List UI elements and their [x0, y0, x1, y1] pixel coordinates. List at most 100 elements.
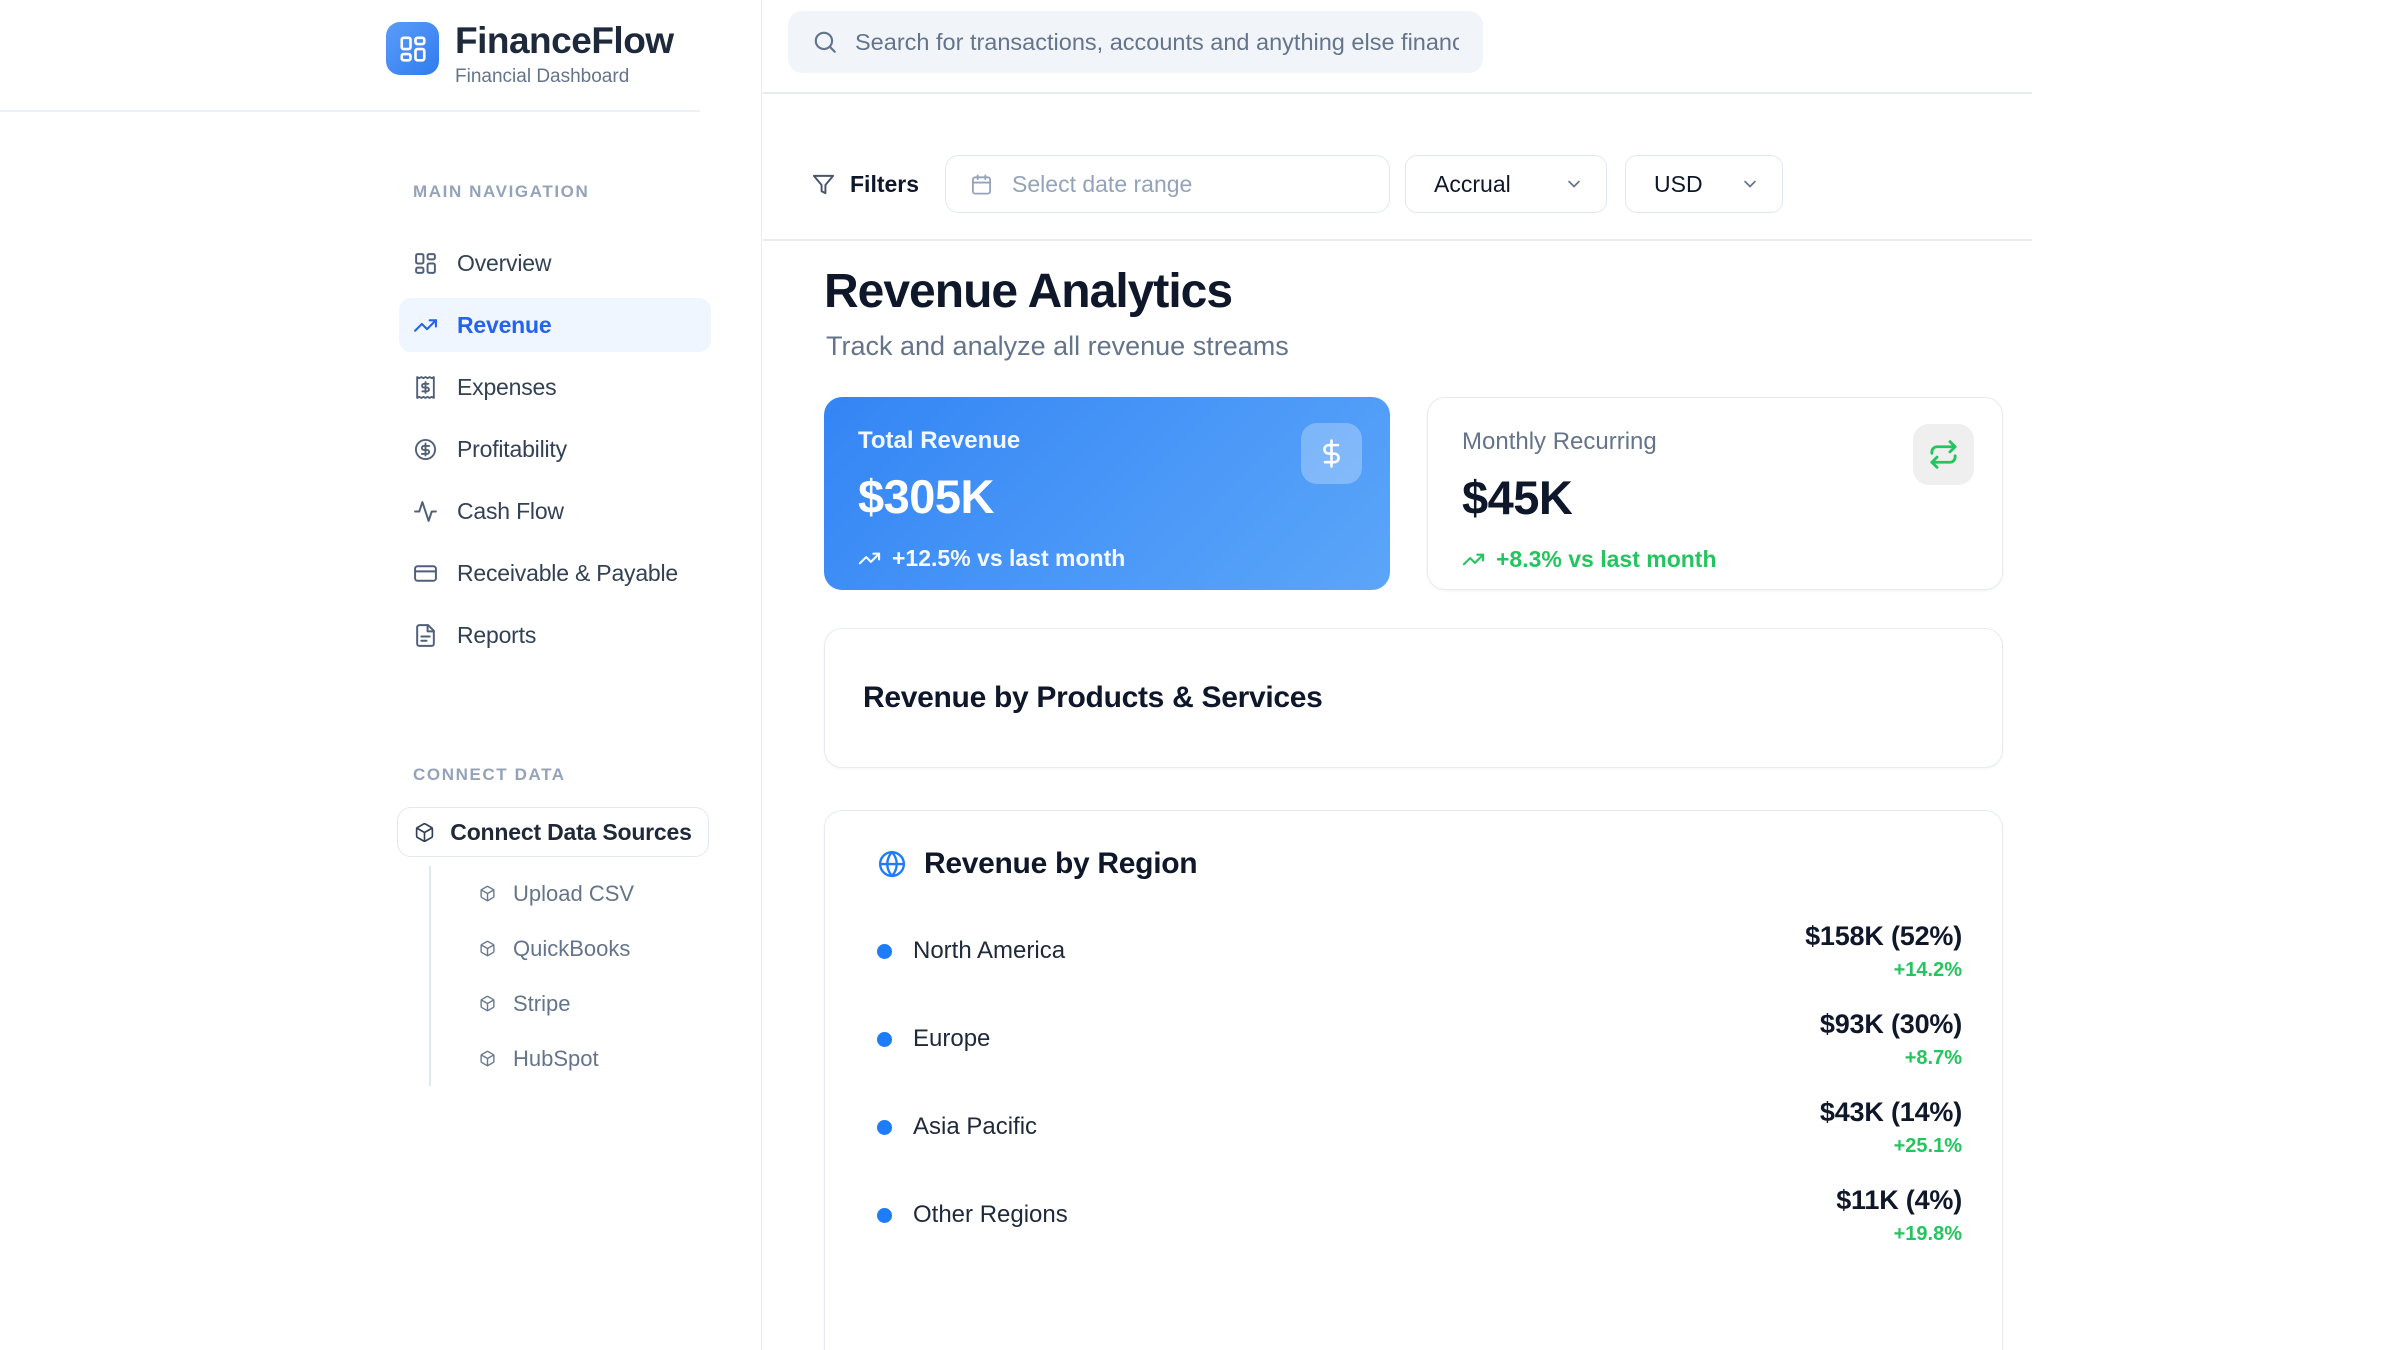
- search-input[interactable]: [855, 29, 1459, 56]
- region-name: Other Regions: [913, 1201, 1068, 1229]
- calendar-icon: [970, 173, 993, 196]
- source-item-label: QuickBooks: [513, 936, 630, 962]
- brand-logo-icon: [386, 22, 439, 75]
- filters-toggle[interactable]: Filters: [812, 171, 919, 198]
- sidebar-item-label: Revenue: [457, 312, 551, 339]
- region-value: $11K (4%): [1836, 1185, 1962, 1216]
- region-name: Europe: [913, 1025, 990, 1053]
- sidebar-item-expenses[interactable]: Expenses: [399, 360, 711, 414]
- kpi-label: Monthly Recurring: [1462, 428, 1968, 456]
- region-name: Asia Pacific: [913, 1113, 1037, 1141]
- main-navigation: Overview Revenue Expenses Profitability …: [399, 236, 711, 670]
- region-dot-icon: [877, 1120, 892, 1135]
- main-navigation-label: MAIN NAVIGATION: [413, 182, 589, 202]
- region-dot-icon: [877, 944, 892, 959]
- source-item-label: Stripe: [513, 991, 570, 1017]
- region-value: $43K (14%): [1820, 1097, 1962, 1128]
- currency-value: USD: [1654, 171, 1703, 198]
- dashboard-icon: [413, 251, 438, 276]
- kpi-delta: +12.5% vs last month: [858, 545, 1356, 572]
- sidebar-item-cash-flow[interactable]: Cash Flow: [399, 484, 711, 538]
- sidebar-item-label: Reports: [457, 622, 536, 649]
- kpi-delta-text: +12.5% vs last month: [892, 545, 1125, 572]
- sidebar-item-receivable-payable[interactable]: Receivable & Payable: [399, 546, 711, 600]
- region-list: North America $158K (52%) +14.2% Europe …: [853, 907, 1962, 1259]
- source-item-quickbooks[interactable]: QuickBooks: [431, 921, 634, 976]
- sidebar-item-label: Receivable & Payable: [457, 560, 678, 587]
- region-row-asia-pacific: Asia Pacific $43K (14%) +25.1%: [853, 1083, 1962, 1171]
- filters-label: Filters: [850, 171, 919, 198]
- filters-bar: Filters Accrual USD: [812, 155, 1783, 213]
- region-name: North America: [913, 937, 1065, 965]
- region-value: $93K (30%): [1820, 1009, 1962, 1040]
- brand-name: FinanceFlow: [455, 22, 674, 61]
- credit-card-icon: [413, 561, 438, 586]
- kpi-delta: +8.3% vs last month: [1462, 546, 1968, 573]
- region-row-north-america: North America $158K (52%) +14.2%: [853, 907, 1962, 995]
- source-item-upload-csv[interactable]: Upload CSV: [431, 866, 634, 921]
- sidebar-item-overview[interactable]: Overview: [399, 236, 711, 290]
- accounting-basis-value: Accrual: [1434, 171, 1511, 198]
- region-delta: +14.2%: [1805, 959, 1962, 982]
- chevron-down-icon: [1564, 174, 1584, 194]
- connect-data-label: CONNECT DATA: [413, 765, 566, 785]
- kpi-value: $45K: [1462, 470, 1968, 525]
- sidebar-item-reports[interactable]: Reports: [399, 608, 711, 662]
- kpi-delta-text: +8.3% vs last month: [1496, 546, 1717, 573]
- page-subtitle: Track and analyze all revenue streams: [826, 331, 1289, 362]
- region-delta: +25.1%: [1820, 1135, 1962, 1158]
- kpi-card-total-revenue: Total Revenue $305K +12.5% vs last month: [824, 397, 1390, 590]
- connect-button-label: Connect Data Sources: [450, 819, 691, 846]
- chevron-down-icon: [1740, 174, 1760, 194]
- sidebar-item-label: Profitability: [457, 436, 567, 463]
- topbar-divider: [763, 92, 2032, 94]
- region-card-header: Revenue by Region: [853, 811, 1962, 881]
- kpi-value: $305K: [858, 469, 1356, 524]
- filters-divider: [763, 239, 2032, 241]
- region-delta: +8.7%: [1820, 1047, 1962, 1070]
- kpi-badge: [1301, 423, 1362, 484]
- sidebar-item-label: Cash Flow: [457, 498, 564, 525]
- region-delta: +19.8%: [1836, 1223, 1962, 1246]
- brand-tagline: Financial Dashboard: [455, 66, 674, 88]
- source-item-label: HubSpot: [513, 1046, 599, 1072]
- region-row-europe: Europe $93K (30%) +8.7%: [853, 995, 1962, 1083]
- package-icon: [479, 885, 496, 902]
- kpi-card-monthly-recurring: Monthly Recurring $45K +8.3% vs last mon…: [1427, 397, 2003, 590]
- package-icon: [479, 940, 496, 957]
- source-item-stripe[interactable]: Stripe: [431, 976, 634, 1031]
- package-icon: [479, 1050, 496, 1067]
- region-dot-icon: [877, 1208, 892, 1223]
- trending-up-icon: [858, 547, 881, 570]
- revenue-by-products-card: Revenue by Products & Services: [824, 628, 2003, 768]
- region-value: $158K (52%): [1805, 921, 1962, 952]
- sidebar-item-label: Overview: [457, 250, 551, 277]
- kpi-label: Total Revenue: [858, 427, 1356, 455]
- sidebar-header-divider: [0, 110, 700, 112]
- globe-icon: [877, 849, 907, 879]
- activity-icon: [413, 499, 438, 524]
- date-range-picker[interactable]: [945, 155, 1390, 213]
- sidebar: FinanceFlow Financial Dashboard MAIN NAV…: [0, 0, 762, 1350]
- sidebar-item-profitability[interactable]: Profitability: [399, 422, 711, 476]
- sidebar-item-label: Expenses: [457, 374, 556, 401]
- dollar-sign-icon: [1316, 438, 1347, 469]
- connect-data-sources-button[interactable]: Connect Data Sources: [397, 807, 709, 857]
- global-search[interactable]: [788, 11, 1483, 73]
- filter-funnel-icon: [812, 173, 835, 196]
- sidebar-item-revenue[interactable]: Revenue: [399, 298, 711, 352]
- currency-select[interactable]: USD: [1625, 155, 1783, 213]
- date-range-input[interactable]: [1012, 171, 1365, 198]
- dollar-circle-icon: [413, 437, 438, 462]
- kpi-badge: [1913, 424, 1974, 485]
- region-dot-icon: [877, 1032, 892, 1047]
- search-icon: [812, 29, 838, 55]
- app-window: FinanceFlow Financial Dashboard MAIN NAV…: [0, 0, 2400, 1350]
- file-text-icon: [413, 623, 438, 648]
- repeat-icon: [1928, 439, 1959, 470]
- products-card-title: Revenue by Products & Services: [863, 681, 1323, 715]
- accounting-basis-select[interactable]: Accrual: [1405, 155, 1607, 213]
- source-item-hubspot[interactable]: HubSpot: [431, 1031, 634, 1086]
- dashboard-grid-icon: [398, 34, 428, 64]
- region-card-title: Revenue by Region: [924, 847, 1197, 881]
